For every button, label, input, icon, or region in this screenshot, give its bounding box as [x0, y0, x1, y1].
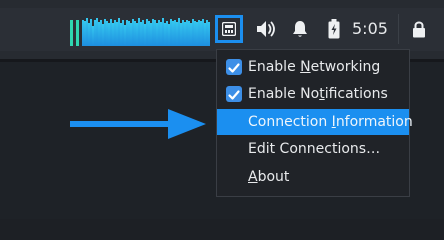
menu-item-label: About	[248, 169, 290, 185]
checkbox-checked-icon	[226, 86, 242, 102]
menu-item-label: Connection Information	[248, 114, 413, 130]
checkbox-checked-icon	[226, 59, 242, 75]
menu-item-label: Enable Networking	[248, 59, 381, 75]
menu-item-enable-networking[interactable]: Enable Networking	[217, 54, 409, 80]
graph-bar	[208, 22, 210, 46]
volume-icon	[257, 21, 275, 37]
menu-item-label: Enable Notifications	[248, 86, 388, 102]
clock[interactable]: 5:05	[352, 18, 390, 40]
menu-item-label: Edit Connections…	[248, 141, 381, 157]
network-menu: Enable Networking Enable Notifications C…	[216, 49, 413, 197]
battery-charging-icon	[328, 19, 340, 39]
graph-marker	[70, 20, 73, 46]
activity-graph[interactable]	[82, 17, 210, 46]
menu-item-edit-connections[interactable]: Edit Connections…	[217, 136, 409, 162]
pointer-arrow-icon	[70, 109, 206, 139]
lock-icon	[413, 21, 425, 38]
menu-item-enable-notifications[interactable]: Enable Notifications	[217, 81, 409, 107]
volume-tray-button[interactable]	[253, 16, 279, 42]
network-wired-icon	[222, 22, 236, 36]
battery-tray-button[interactable]	[322, 16, 346, 42]
menu-item-about[interactable]: About	[217, 164, 409, 190]
menu-item-connection-information[interactable]: Connection Information	[217, 109, 413, 135]
bell-icon	[293, 21, 307, 37]
panel-separator	[398, 14, 399, 44]
notifications-tray-button[interactable]	[288, 17, 312, 41]
network-tray-button[interactable]	[215, 15, 243, 43]
lock-screen-button[interactable]	[406, 16, 432, 42]
graph-marker	[76, 20, 79, 46]
activity-graph-markers	[70, 20, 82, 46]
